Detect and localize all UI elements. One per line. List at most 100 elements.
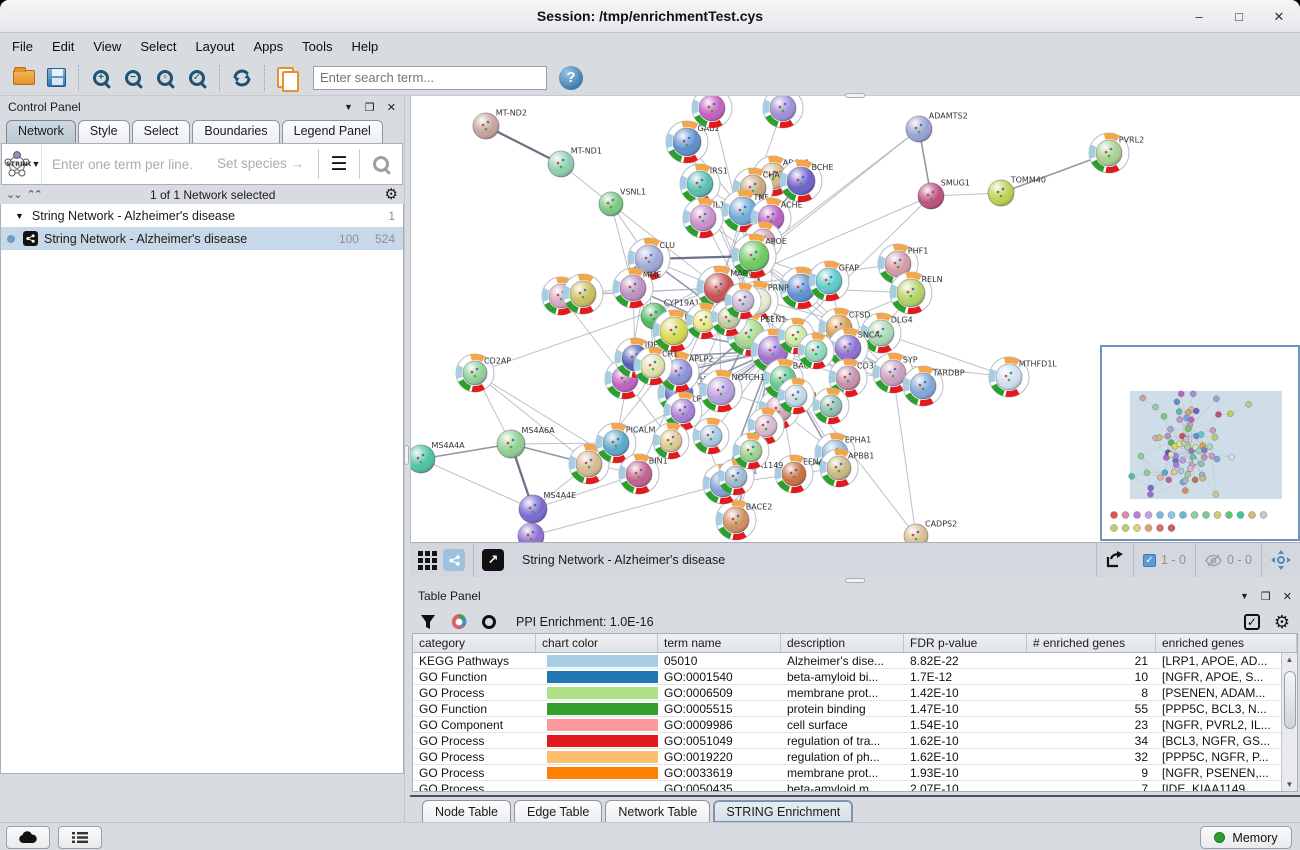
refresh-button[interactable] [226, 63, 258, 93]
scrollbar-thumb[interactable] [1284, 671, 1296, 729]
network-node[interactable]: TOMM40 [988, 176, 1046, 206]
chart-color-icon[interactable] [450, 613, 468, 631]
scroll-up-icon[interactable]: ▲ [1286, 655, 1294, 664]
table-scrollbar[interactable]: ▲ ▼ [1281, 653, 1297, 791]
column-header-term-name[interactable]: term name [658, 634, 781, 652]
open-session-button[interactable] [8, 63, 40, 93]
network-node[interactable]: BCHE [780, 160, 834, 202]
network-node[interactable] [725, 283, 761, 319]
menu-item-layout[interactable]: Layout [195, 39, 234, 54]
close-button[interactable]: ✕ [1272, 9, 1286, 25]
task-history-button[interactable] [58, 826, 102, 849]
splitter-handle[interactable] [845, 578, 865, 583]
tab-node-table[interactable]: Node Table [422, 800, 511, 822]
tab-select[interactable]: Select [132, 120, 191, 143]
column-header-enriched-genes[interactable]: enriched genes [1156, 634, 1297, 652]
select-checkbox-icon[interactable]: ✓ [1244, 614, 1260, 630]
network-node[interactable]: BIN1 [619, 454, 668, 494]
minimize-button[interactable]: – [1192, 9, 1206, 24]
network-node[interactable]: MTHFD1L [989, 357, 1057, 397]
network-node[interactable] [653, 423, 689, 459]
network-node[interactable]: MT-ND1 [548, 147, 602, 177]
table-row[interactable]: GO ComponentGO:0009986cell surface1.54E-… [413, 717, 1281, 733]
maximize-button[interactable]: □ [1232, 9, 1246, 24]
float-panel-icon[interactable]: ❒ [365, 101, 375, 114]
network-node[interactable] [813, 388, 849, 424]
network-node[interactable] [733, 433, 769, 469]
network-node[interactable]: GFAP [809, 261, 859, 301]
memory-button[interactable]: Memory [1200, 826, 1292, 849]
network-row-selected[interactable]: String Network - Alzheimer's disease 100… [1, 227, 403, 250]
collapse-caret-icon[interactable]: ▼ [15, 211, 24, 221]
tab-string-enrichment[interactable]: STRING Enrichment [713, 800, 853, 822]
splitter-handle[interactable] [404, 445, 409, 465]
tab-network[interactable]: Network [6, 120, 76, 143]
network-collection-row[interactable]: ▼ String Network - Alzheimer's disease 1 [1, 204, 403, 227]
network-node[interactable]: ADAMTS2 [906, 112, 968, 142]
tab-style[interactable]: Style [78, 120, 130, 143]
column-header--enriched-genes[interactable]: # enriched genes [1027, 634, 1156, 652]
export-network-button[interactable] [1097, 543, 1133, 577]
close-panel-icon[interactable]: ✕ [387, 101, 396, 114]
network-node[interactable] [763, 96, 803, 128]
table-row[interactable]: GO ProcessGO:0050435beta-amyloid m...2.0… [413, 781, 1281, 791]
network-node[interactable] [778, 378, 814, 414]
table-row[interactable]: GO ProcessGO:0019220regulation of ph...1… [413, 749, 1281, 765]
table-row[interactable]: GO FunctionGO:0005515protein binding1.47… [413, 701, 1281, 717]
settings-gear-icon[interactable]: ⚙ [1274, 613, 1290, 631]
network-node[interactable]: SMUG1 [918, 179, 970, 209]
network-node[interactable]: BACE2 [716, 500, 772, 540]
expand-all-icon[interactable]: ⌃⌃ [26, 188, 40, 201]
zoom-in-button[interactable]: + [85, 63, 117, 93]
close-panel-icon[interactable]: ✕ [1283, 590, 1292, 603]
gear-icon[interactable]: ⚙ [385, 187, 398, 202]
zoom-selected-button[interactable]: ✓ [181, 63, 213, 93]
network-node[interactable] [563, 274, 603, 314]
network-node[interactable]: VSNL1 [599, 187, 646, 216]
string-protein-query-button[interactable]: STRING ▼ [2, 144, 42, 184]
table-row[interactable]: KEGG Pathways05010Alzheimer's dise...8.8… [413, 653, 1281, 669]
network-view[interactable]: MT-ND2MT-ND1VSNL1GAB2IRS1ADAMTS2PVRL2SMU… [410, 96, 1300, 542]
set-species-hint[interactable]: Set species → [217, 156, 304, 171]
zoom-fit-button[interactable]: ▫ [149, 63, 181, 93]
grid-view-button[interactable] [418, 551, 437, 570]
ring-chart-icon[interactable] [482, 615, 496, 629]
network-from-file-button[interactable] [271, 63, 303, 93]
birdseye-toggle-button[interactable]: ↗ [482, 549, 504, 571]
table-row[interactable]: GO FunctionGO:0001540beta-amyloid bi...1… [413, 669, 1281, 685]
tab-network-table[interactable]: Network Table [605, 800, 710, 822]
column-header-description[interactable]: description [781, 634, 904, 652]
filter-icon[interactable] [420, 614, 436, 630]
column-header-category[interactable]: category [413, 634, 536, 652]
string-search-button[interactable] [360, 156, 402, 172]
network-node[interactable]: NOTCH1 [700, 370, 765, 412]
network-navigator[interactable] [1100, 345, 1300, 541]
network-node[interactable]: APBB1 [820, 449, 874, 487]
menu-item-tools[interactable]: Tools [302, 39, 332, 54]
network-node[interactable]: TARDBP [903, 366, 965, 406]
cloud-tasks-button[interactable] [6, 826, 50, 849]
float-panel-icon[interactable]: ❒ [1261, 590, 1271, 603]
table-row[interactable]: GO ProcessGO:0033619membrane prot...1.93… [413, 765, 1281, 781]
collapse-all-icon[interactable]: ⌄⌄ [6, 188, 20, 201]
network-node[interactable] [518, 523, 544, 542]
menu-item-view[interactable]: View [93, 39, 121, 54]
menu-item-apps[interactable]: Apps [254, 39, 284, 54]
help-button[interactable]: ? [559, 66, 583, 90]
column-header-fdr-p-value[interactable]: FDR p-value [904, 634, 1027, 652]
scroll-down-icon[interactable]: ▼ [1286, 780, 1294, 789]
network-node[interactable] [693, 418, 729, 454]
menu-item-file[interactable]: File [12, 39, 33, 54]
table-row[interactable]: GO ProcessGO:0051049regulation of tra...… [413, 733, 1281, 749]
string-tools-button[interactable] [443, 549, 465, 571]
network-node[interactable]: CD2AP [456, 354, 511, 392]
menu-item-select[interactable]: Select [140, 39, 176, 54]
navigator-toggle-button[interactable] [1262, 543, 1300, 577]
tab-boundaries[interactable]: Boundaries [192, 120, 279, 143]
network-node[interactable] [798, 333, 834, 369]
search-input[interactable] [313, 66, 547, 90]
column-header-chart-color[interactable]: chart color [536, 634, 658, 652]
save-session-button[interactable] [40, 63, 72, 93]
menu-item-help[interactable]: Help [352, 39, 379, 54]
string-options-button[interactable]: ☰ [319, 153, 359, 176]
